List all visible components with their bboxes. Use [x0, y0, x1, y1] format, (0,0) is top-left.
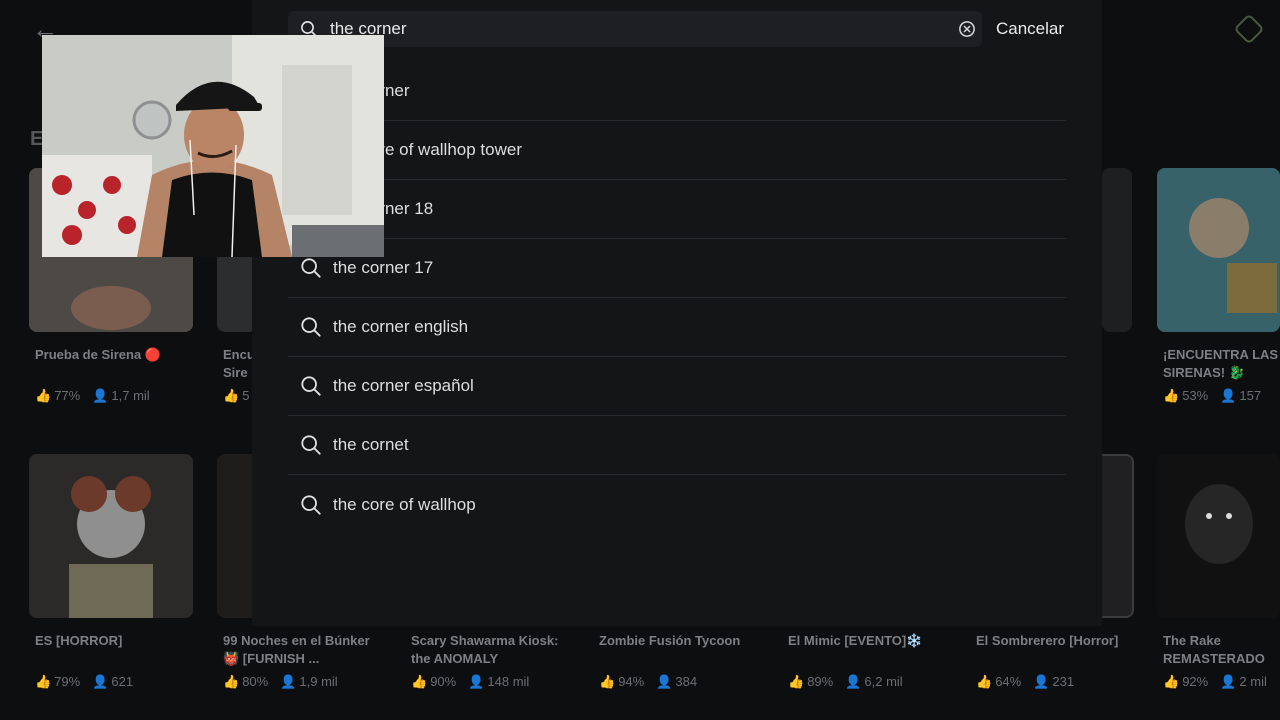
webcam-overlay: [42, 35, 384, 257]
search-icon: [301, 494, 321, 515]
like-ratio: 92%: [1182, 674, 1209, 689]
players-icon: 👤: [92, 388, 109, 403]
thumbs-up-icon: 👍: [411, 674, 428, 689]
players-icon: 👤: [92, 674, 109, 689]
player-count: 621: [111, 674, 134, 689]
search-screen: ← E Prueba de Sirena 🔴 👍 77% 👤 1,7 mil Encu…: [0, 0, 1280, 720]
game-thumbnail[interactable]: [1102, 168, 1132, 332]
game-title: The Rake REMASTERADO: [1163, 633, 1265, 666]
like-ratio: 64%: [995, 674, 1022, 689]
game-card[interactable]: [1102, 168, 1132, 332]
game-title: Scary Shawarma Kiosk: the ANOMALY: [411, 633, 559, 666]
game-title: Zombie Fusión Tycoon: [599, 633, 741, 648]
search-bar[interactable]: [288, 11, 982, 47]
suggestion-item[interactable]: the corner 18: [288, 180, 1066, 239]
player-count: 231: [1052, 674, 1075, 689]
suggestion-item[interactable]: the corner 17: [288, 239, 1066, 298]
like-ratio: 94%: [618, 674, 645, 689]
cancel-button[interactable]: Cancelar: [996, 19, 1064, 39]
player-count: 384: [675, 674, 698, 689]
suggestion-list: the corner the core of wallhop tower the…: [288, 62, 1066, 534]
suggestion-item[interactable]: the core of wallhop tower: [288, 121, 1066, 180]
game-title: ¡ENCUENTRA LAS SIRENAS! 🐉: [1163, 347, 1279, 380]
like-ratio: 89%: [807, 674, 834, 689]
suggestion-text: the core of wallhop: [333, 494, 476, 514]
game-card[interactable]: ¡ENCUENTRA LAS SIRENAS! 🐉 👍 53% 👤 157: [1157, 168, 1280, 404]
game-title: Prueba de Sirena 🔴: [35, 347, 162, 362]
player-count: 1,7 mil: [111, 388, 150, 403]
thumbs-up-icon: 👍: [223, 674, 240, 689]
clear-search-icon[interactable]: [958, 20, 976, 38]
thumbs-up-icon: 👍: [976, 674, 993, 689]
game-title: El Mimic [EVENTO]❄️: [788, 633, 923, 648]
player-count: 148 mil: [487, 674, 530, 689]
players-icon: 👤: [845, 674, 862, 689]
players-icon: 👤: [1033, 674, 1050, 689]
thumbs-up-icon: 👍: [35, 388, 52, 403]
player-count: 157: [1239, 388, 1262, 403]
suggestion-item[interactable]: the cornet: [288, 416, 1066, 475]
suggestion-item[interactable]: the core of wallhop: [288, 475, 1066, 534]
game-title: 99 Noches en el Búnker👹 [FURNISH ...: [223, 633, 370, 666]
player-count: 1,9 mil: [299, 674, 338, 689]
player-count: 6,2 mil: [864, 674, 903, 689]
thumbs-up-icon: 👍: [35, 674, 52, 689]
game-thumbnail[interactable]: [1157, 454, 1280, 618]
suggestion-text: the corner english: [333, 317, 469, 336]
player-count: 2 mil: [1239, 674, 1267, 689]
thumbs-up-icon: 👍: [1163, 674, 1180, 689]
robux-icon[interactable]: [1233, 13, 1265, 45]
game-title: ES [HORROR]: [35, 633, 123, 648]
game-card[interactable]: ES [HORROR] 👍 79% 👤 621: [29, 454, 193, 690]
like-ratio: 77%: [54, 388, 81, 403]
like-ratio: 53%: [1182, 388, 1209, 403]
suggestion-item[interactable]: the corner english: [288, 298, 1066, 357]
thumbs-up-icon: 👍: [599, 674, 616, 689]
suggestion-item[interactable]: the corner español: [288, 357, 1066, 416]
like-ratio: 90%: [430, 674, 457, 689]
suggestion-text: the corner 17: [333, 258, 434, 277]
thumbs-up-icon: 👍: [1163, 388, 1180, 403]
game-card[interactable]: The Rake REMASTERADO 👍 92% 👤 2 mil: [1157, 454, 1280, 690]
players-icon: 👤: [656, 674, 673, 689]
like-ratio: 80%: [242, 674, 269, 689]
game-thumbnail[interactable]: [1157, 168, 1280, 332]
suggestion-text: the cornet: [333, 435, 409, 454]
thumbs-up-icon: 👍: [223, 388, 240, 403]
thumbs-up-icon: 👍: [788, 674, 805, 689]
players-icon: 👤: [280, 674, 297, 689]
game-thumbnail[interactable]: [29, 454, 193, 618]
search-input[interactable]: [330, 19, 930, 39]
players-icon: 👤: [1220, 674, 1237, 689]
suggestion-item[interactable]: the corner: [288, 62, 1066, 121]
search-icon: [301, 435, 321, 455]
players-icon: 👤: [1220, 388, 1237, 403]
players-icon: 👤: [468, 674, 485, 689]
webcam-image: [42, 35, 384, 257]
game-title: Encu Sire: [223, 347, 255, 380]
game-title: El Sombrerero [Horror]: [976, 633, 1119, 648]
like-ratio: 79%: [54, 674, 81, 689]
search-icon: [301, 258, 321, 278]
search-icon: [301, 376, 321, 396]
search-icon: [301, 317, 321, 337]
player-count: 5: [242, 388, 250, 403]
suggestion-text: the corner español: [333, 376, 474, 395]
